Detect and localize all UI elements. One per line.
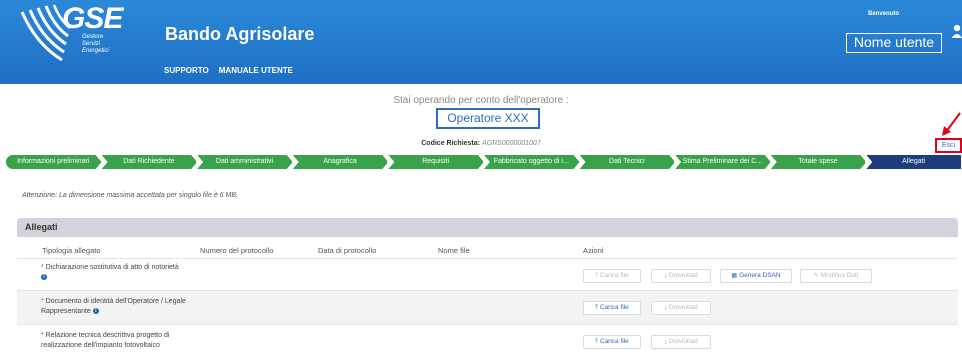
step-totale-spese[interactable]: Totale spese — [771, 155, 867, 169]
logo-sub-line: Gestore — [82, 34, 104, 40]
step-anagrafica[interactable]: Anagrafica — [293, 155, 389, 169]
step-dati-tecnici[interactable]: Dati Tecnici — [580, 155, 676, 169]
download-button[interactable]: ⤓ Download — [651, 335, 711, 349]
app-header: GSE Gestore Servizi Energetici Bando Agr… — [0, 0, 962, 84]
button-label: Genera DSAN — [739, 272, 781, 279]
row-label: * Documento di identità dell'Operatore /… — [41, 298, 186, 315]
info-icon[interactable]: i — [92, 308, 99, 315]
codice-richiesta: Codice Richiesta: AGRS0000001007 — [0, 140, 962, 147]
upload-file-button[interactable]: ⤒ Carica file — [583, 335, 641, 349]
row-label-text: Relazione tecnica descrittiva progetto d… — [41, 332, 170, 349]
step-dati-amministrativi[interactable]: Dati amministrativi — [197, 155, 293, 169]
wizard-steps: Informazioni preliminari Dati Richiedent… — [6, 155, 962, 169]
table-row: * Relazione tecnica descrittiva progetto… — [17, 324, 958, 354]
red-arrow-icon — [942, 112, 961, 136]
edit-data-button[interactable]: ✎ Modifica Dati — [800, 269, 872, 283]
logo-text: GSE — [62, 2, 123, 35]
column-header-nome-file: Nome file — [438, 246, 470, 255]
column-header-data: Data di protocollo — [318, 246, 377, 255]
button-label: Download — [668, 304, 698, 311]
table-row: * Dichiarazione sostitutiva di atto di n… — [17, 258, 958, 290]
column-header-numero: Numero del protocollo — [200, 246, 274, 255]
column-header-tipologia: Tipologia allegato — [42, 246, 101, 255]
section-title: Allegati — [17, 218, 958, 237]
button-label: Carica file — [599, 304, 629, 311]
step-informazioni-preliminari[interactable]: Informazioni preliminari — [6, 155, 102, 169]
info-icon[interactable]: i — [41, 274, 47, 281]
codice-label: Codice Richiesta: — [421, 140, 480, 147]
operating-notice: Stai operando per conto dell'operatore : — [393, 95, 569, 106]
file-size-warning: Attenzione: La dimensione massima accett… — [22, 192, 238, 199]
column-header-azioni: Azioni — [583, 246, 604, 255]
button-label: Carica file — [599, 338, 629, 345]
button-label: Modifica Dati — [820, 272, 859, 279]
nav-supporto[interactable]: SUPPORTO — [164, 66, 209, 75]
button-label: Download — [668, 272, 698, 279]
button-label: Carica file — [599, 272, 629, 279]
row-label: * Dichiarazione sostitutiva di atto di n… — [41, 264, 179, 281]
header-nav: SUPPORTO MANUALE UTENTE — [164, 66, 293, 75]
codice-value: AGRS0000001007 — [481, 140, 541, 147]
operator-name: Operatore XXX — [436, 108, 540, 129]
step-fabbricato[interactable]: Fabbricato oggetto di i... — [484, 155, 580, 169]
exit-button[interactable]: Esci — [935, 138, 962, 153]
logo-subtitle: Gestore Servizi Energetici — [82, 34, 109, 55]
row-label-text: Documento di identità dell'Operatore / L… — [41, 298, 186, 315]
upload-file-button[interactable]: ⤒ Carica file — [583, 269, 641, 283]
download-button[interactable]: ⤓ Download — [651, 301, 711, 315]
step-requisiti[interactable]: Requisiti — [388, 155, 484, 169]
button-label: Download — [668, 338, 698, 345]
step-dati-richiedente[interactable]: Dati Richiedente — [102, 155, 198, 169]
step-allegati[interactable]: Allegati — [866, 155, 962, 169]
app-title: Bando Agrisolare — [165, 24, 315, 44]
nav-manuale-utente[interactable]: MANUALE UTENTE — [219, 66, 293, 75]
page-root: GSE Gestore Servizi Energetici Bando Agr… — [0, 0, 962, 354]
generate-dsan-button[interactable]: ▦ Genera DSAN — [720, 269, 792, 283]
table-row: * Documento di identità dell'Operatore /… — [17, 290, 958, 324]
username-display[interactable]: Nome utente — [846, 33, 942, 53]
user-icon[interactable] — [951, 24, 962, 40]
welcome-label: Benvenuto — [868, 11, 900, 17]
download-button[interactable]: ⤓ Download — [651, 269, 711, 283]
row-label: * Relazione tecnica descrittiva progetto… — [41, 332, 170, 349]
logo-sub-line: Energetici — [82, 48, 109, 54]
step-stima-preliminare[interactable]: Stima Preliminare dei C... — [675, 155, 771, 169]
row-label-text: Dichiarazione sostitutiva di atto di not… — [45, 264, 179, 271]
logo-sub-line: Servizi — [82, 41, 101, 47]
upload-file-button[interactable]: ⤒ Carica file — [583, 301, 641, 315]
